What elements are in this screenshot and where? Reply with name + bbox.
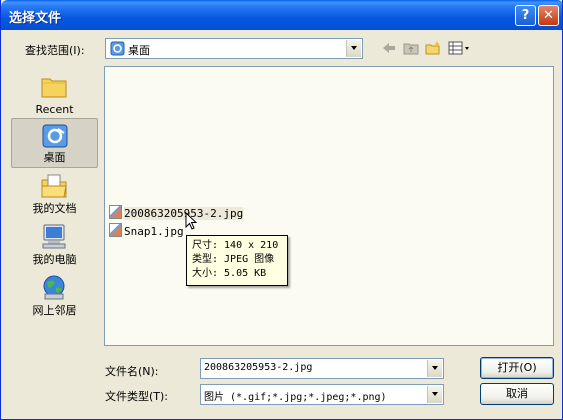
place-label: 我的电脑 (32, 253, 77, 266)
window-title: 选择文件 (9, 11, 62, 26)
mouse-cursor-icon (185, 212, 198, 230)
close-button[interactable]: ✕ (538, 5, 559, 26)
tooltip-type: 类型: JPEG 图像 (192, 254, 275, 265)
list-item[interactable]: Snap1.jpg (109, 223, 184, 239)
place-desktop[interactable]: 桌面 (11, 118, 98, 168)
my-documents-icon (41, 174, 67, 198)
view-menu-icon[interactable] (448, 40, 472, 56)
cancel-button[interactable]: 取消 (480, 383, 554, 405)
new-folder-icon[interactable] (425, 40, 441, 56)
lookin-combo[interactable]: 桌面 (105, 38, 363, 59)
place-network[interactable]: 网上邻居 (11, 270, 98, 320)
place-my-documents[interactable]: 我的文档 (11, 168, 98, 218)
my-computer-icon (42, 224, 66, 249)
filename-input[interactable]: 200863205953-2.jpg (200, 358, 444, 379)
help-button[interactable]: ? (515, 5, 536, 26)
file-name: Snap1.jpg (124, 225, 184, 238)
filetype-value: 图片 (*.gif;*.jpg;*.jpeg;*.png) (204, 392, 387, 403)
lookin-dropdown-arrow[interactable] (346, 40, 361, 57)
up-folder-icon[interactable] (403, 40, 419, 56)
desktop-icon (42, 124, 68, 148)
file-dialog-window: 选择文件 ? ✕ 查找范围(I): 桌面 Recent 桌面 我的文档 我的电脑… (0, 0, 563, 420)
filetype-dropdown-arrow[interactable] (427, 386, 442, 403)
place-label: 网上邻居 (32, 304, 77, 317)
back-arrow-icon[interactable] (381, 40, 397, 56)
recent-folder-icon (41, 78, 67, 98)
network-places-icon (43, 275, 65, 300)
place-recent[interactable]: Recent (11, 68, 98, 118)
lookin-value: 桌面 (128, 44, 150, 57)
open-button[interactable]: 打开(O) (480, 357, 554, 379)
filetype-label: 文件类型(T): (105, 390, 169, 403)
place-label: 桌面 (43, 151, 66, 164)
file-info-tooltip: 尺寸: 140 x 210 类型: JPEG 图像 大小: 5.05 KB (186, 235, 288, 286)
list-item[interactable]: 200863205953-2.jpg (109, 205, 244, 221)
title-bar[interactable]: 选择文件 ? ✕ (1, 0, 562, 30)
filename-label: 文件名(N): (105, 365, 159, 378)
place-label: Recent (35, 103, 74, 116)
lookin-label: 查找范围(I): (25, 44, 85, 57)
place-label: 我的文档 (32, 202, 77, 215)
filename-value: 200863205953-2.jpg (204, 362, 313, 373)
tooltip-filesize: 大小: 5.05 KB (192, 268, 267, 279)
places-bar: Recent 桌面 我的文档 我的电脑 网上邻居 (11, 62, 98, 402)
desktop-small-icon (110, 41, 125, 56)
file-name: 200863205953-2.jpg (124, 207, 244, 220)
filetype-select[interactable]: 图片 (*.gif;*.jpg;*.jpeg;*.png) (200, 384, 444, 405)
place-my-computer[interactable]: 我的电脑 (11, 219, 98, 269)
image-file-icon (109, 205, 122, 219)
tooltip-size: 尺寸: 140 x 210 (192, 240, 279, 251)
image-file-icon (109, 223, 122, 237)
filename-dropdown-arrow[interactable] (427, 360, 442, 377)
file-list-pane[interactable]: 200863205953-2.jpg Snap1.jpg (104, 66, 554, 346)
